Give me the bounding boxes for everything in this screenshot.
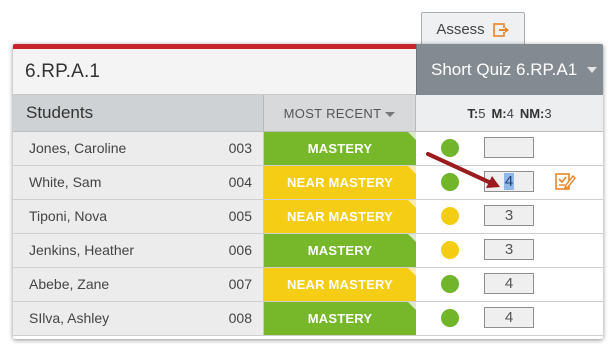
score-input[interactable]: 4 [484,307,534,328]
chevron-down-icon [385,111,396,117]
student-cell: Tiponi, Nova 005 [13,200,264,233]
score-value: 4 [504,309,514,326]
corner-flag-icon [408,166,416,174]
mastery-label: M: [491,105,507,121]
students-column-header: Students [13,95,264,131]
status-label: MASTERY [307,243,373,258]
score-value: 4 [504,275,514,292]
table-row: Abebe, Zane 007 NEAR MASTERY 4 [13,268,603,302]
chevron-down-icon [587,67,597,73]
table-row: Tiponi, Nova 005 NEAR MASTERY 3 [13,200,603,234]
export-icon [492,22,509,37]
most-recent-sort[interactable]: MOST RECENT [264,95,416,131]
corner-flag-icon [408,302,416,310]
corner-flag-icon [408,200,416,208]
status-label: NEAR MASTERY [287,175,393,190]
quiz-title: Short Quiz 6.RP.A1 [431,59,578,79]
score-value: 3 [504,241,514,258]
assess-tab[interactable]: Assess [421,12,525,46]
status-badge[interactable]: NEAR MASTERY [264,166,416,199]
status-badge[interactable]: NEAR MASTERY [264,200,416,233]
status-dot [441,241,459,259]
student-cell: Abebe, Zane 007 [13,268,264,301]
score-input[interactable]: 4 [484,171,534,192]
mastery-count: 4 [506,105,514,121]
score-value: 4 [503,173,515,190]
score-input[interactable]: 4 [484,273,534,294]
status-dot [441,309,459,327]
corner-flag-icon [408,268,416,276]
student-name: Jones, Caroline [29,140,127,156]
total-count: 5 [478,105,486,121]
status-badge[interactable]: MASTERY [264,234,416,267]
quiz-dropdown[interactable]: Short Quiz 6.RP.A1 [416,44,603,95]
table-row: White, Sam 004 NEAR MASTERY 4 [13,166,603,200]
status-dot [441,173,459,191]
student-name: Abebe, Zane [29,276,110,292]
student-name: Tiponi, Nova [29,208,108,224]
assess-label: Assess [436,21,485,38]
student-cell: White, Sam 004 [13,166,264,199]
score-input[interactable]: 3 [484,239,534,260]
table-row: Jenkins, Heather 006 MASTERY 3 [13,234,603,268]
status-label: MASTERY [307,141,373,156]
table-row: SIlva, Ashley 008 MASTERY 4 [13,302,603,336]
score-value: 3 [504,207,514,224]
student-id: 008 [228,310,252,326]
mastery-counts: T:5 M:4 NM:3 [416,95,603,131]
standards-panel: 6.RP.A.1 Short Quiz 6.RP.A1 Students MOS… [13,44,603,339]
status-dot [441,139,459,157]
column-headers: Students MOST RECENT T:5 M:4 NM:3 [13,95,603,132]
student-list: Jones, Caroline 003 MASTERY White, Sam 0… [13,132,603,336]
student-cell: SIlva, Ashley 008 [13,302,264,335]
student-name: SIlva, Ashley [29,310,110,326]
student-id: 007 [228,276,252,292]
student-id: 003 [228,140,252,156]
edit-note-icon[interactable] [554,170,576,192]
status-badge[interactable]: MASTERY [264,302,416,335]
student-id: 006 [228,242,252,258]
status-label: MASTERY [307,311,373,326]
status-dot [441,207,459,225]
not-mastery-count: 3 [544,105,552,121]
student-id: 004 [228,174,252,190]
student-id: 005 [228,208,252,224]
student-cell: Jenkins, Heather 006 [13,234,264,267]
not-mastery-label: NM: [519,105,545,121]
most-recent-label: MOST RECENT [283,105,382,121]
student-name: White, Sam [29,174,102,190]
students-header-label: Students [26,103,94,122]
corner-flag-icon [408,234,416,242]
standard-header: 6.RP.A.1 [13,49,416,95]
score-input[interactable] [484,137,534,158]
standard-label: 6.RP.A.1 [25,61,101,82]
status-badge[interactable]: MASTERY [264,132,416,165]
student-cell: Jones, Caroline 003 [13,132,264,165]
student-name: Jenkins, Heather [29,242,135,258]
status-dot [441,275,459,293]
corner-flag-icon [408,132,416,140]
status-badge[interactable]: NEAR MASTERY [264,268,416,301]
status-label: NEAR MASTERY [287,209,393,224]
table-row: Jones, Caroline 003 MASTERY [13,132,603,166]
score-input[interactable]: 3 [484,205,534,226]
total-label: T: [467,105,479,121]
status-label: NEAR MASTERY [287,277,393,292]
